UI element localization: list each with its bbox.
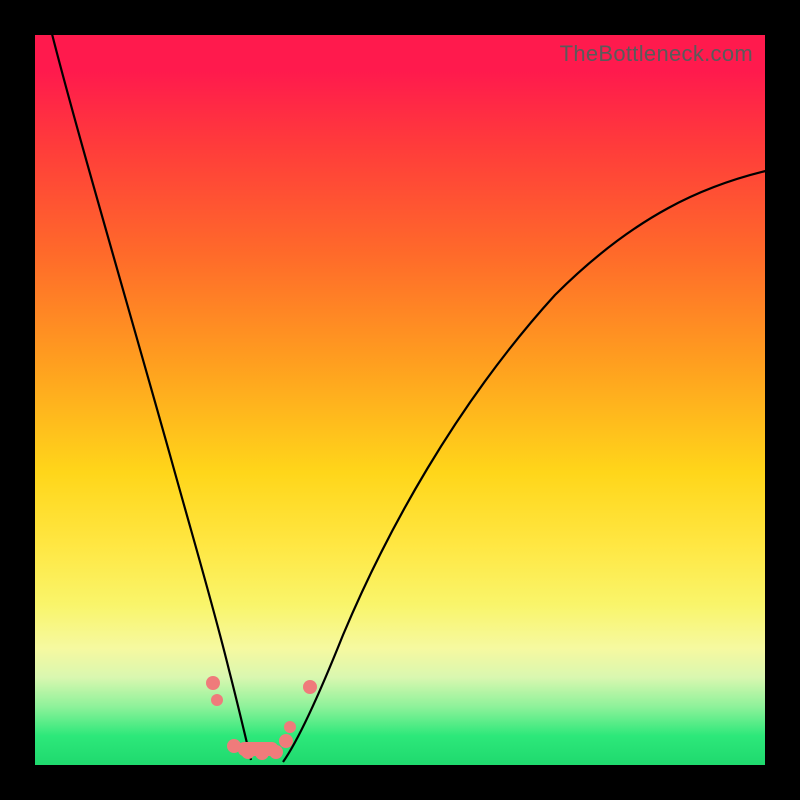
left-curve [51,30,251,760]
marker-point [255,746,269,760]
marker-point [303,680,317,694]
marker-point [284,721,296,733]
marker-point [241,745,255,759]
marker-point [211,694,223,706]
plot-area: TheBottleneck.com [35,35,765,765]
marker-point [269,745,283,759]
chart-frame: TheBottleneck.com [0,0,800,800]
watermark-text: TheBottleneck.com [560,41,753,67]
marker-point [279,734,293,748]
marker-point [206,676,220,690]
marker-point [227,739,241,753]
right-curve [283,170,770,762]
curves-layer [35,35,765,765]
